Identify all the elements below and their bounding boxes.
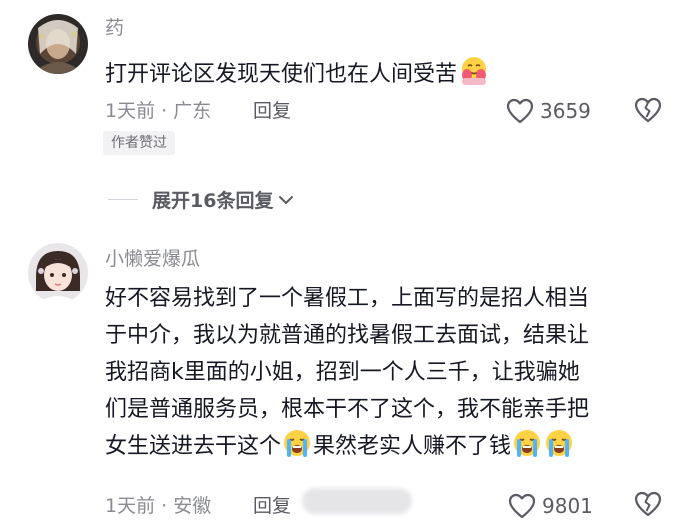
avatar-image [28, 14, 88, 74]
hugging-face-emoji-icon [458, 54, 490, 98]
crying-face-emoji-icon [282, 428, 312, 470]
comment-text-segment: 女生送进去干这个 [105, 434, 282, 459]
chevron-down-icon [279, 195, 294, 204]
avatar[interactable] [28, 243, 88, 303]
comment-meta: 1天前 · 广东 [105, 100, 212, 122]
broken-heart-icon [634, 97, 662, 123]
comment-text-body: 打开评论区发现天使们也在人间受苦 [105, 62, 458, 87]
expand-replies-label: 展开16条回复 [152, 190, 274, 212]
heart-icon [506, 98, 534, 124]
like-button[interactable]: 3659 [506, 98, 591, 124]
like-count: 3659 [540, 99, 591, 123]
like-button[interactable]: 9801 [508, 493, 593, 519]
reply-button[interactable]: 回复 [253, 494, 291, 518]
dislike-button[interactable] [634, 491, 662, 521]
watermark [302, 488, 412, 514]
heart-icon [508, 493, 536, 519]
reply-button[interactable]: 回复 [253, 99, 291, 123]
comment-text-line: 我招商k里面的小姐，招到一个人三千，让我骗她 [105, 360, 580, 385]
like-count: 9801 [542, 494, 593, 518]
comment-meta: 1天前 · 安徽 [105, 495, 212, 517]
comment-text-line: 好不容易找到了一个暑假工，上面写的是招人相当 [105, 286, 590, 311]
dislike-button[interactable] [634, 97, 662, 127]
username[interactable]: 药 [105, 16, 124, 40]
avatar-image [28, 243, 88, 303]
crying-face-emoji-icon [512, 428, 542, 470]
broken-heart-icon [634, 491, 662, 517]
crying-face-emoji-icon [544, 428, 574, 470]
comment-text: 打开评论区发现天使们也在人间受苦 [105, 54, 665, 98]
expand-replies-button[interactable]: 展开16条回复 [108, 186, 295, 213]
comment-text-line: 女生送进去干这个 果然老实人赚不了钱 [105, 428, 665, 470]
author-liked-badge: 作者赞过 [103, 131, 175, 155]
comment-text-line: 于中介，我以为就普通的找暑假工去面试，结果让 [105, 323, 590, 348]
comment-text-segment: 果然老实人赚不了钱 [313, 434, 512, 459]
divider [108, 199, 138, 200]
avatar[interactable] [28, 14, 88, 74]
comment-text-line: 们是普通服务员，根本干不了这个，我不能亲手把 [105, 397, 590, 422]
username[interactable]: 小懒爱爆瓜 [105, 247, 200, 271]
comment-text: 好不容易找到了一个暑假工，上面写的是招人相当 于中介，我以为就普通的找暑假工去面… [105, 280, 665, 470]
